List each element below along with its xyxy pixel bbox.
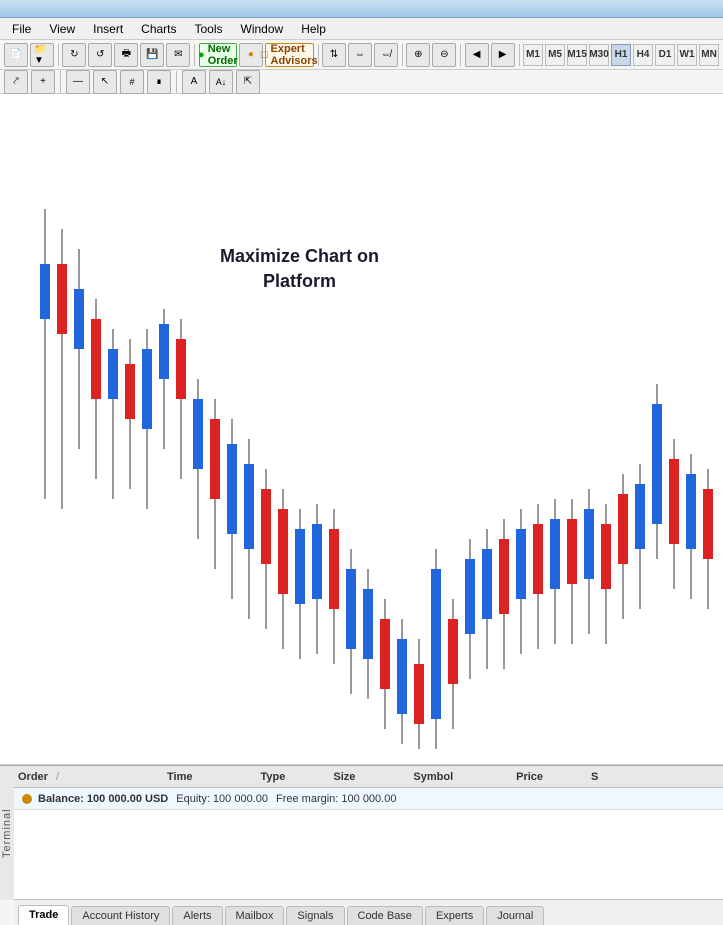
btn-period-next[interactable]: ▶	[491, 43, 515, 67]
candlestick-chart	[0, 94, 723, 764]
btn-new[interactable]: 📄	[4, 43, 28, 67]
chart-area[interactable]: Maximize Chart onPlatform	[0, 94, 723, 765]
btn-crosshair[interactable]: +	[31, 70, 55, 94]
tab-signals[interactable]: Signals	[286, 906, 344, 925]
menu-charts[interactable]: Charts	[133, 20, 184, 38]
btn-save[interactable]: 💾	[140, 43, 164, 67]
chart-maximize-label: Maximize Chart onPlatform	[220, 244, 379, 294]
col-price[interactable]: Price	[516, 771, 543, 783]
btn-trend[interactable]: ↖	[93, 70, 117, 94]
expert-advisors-button[interactable]: □ Expert Advisors	[265, 43, 314, 67]
tf-m30[interactable]: M30	[589, 44, 609, 66]
free-margin-text: Free margin: 100 000.00	[276, 793, 396, 805]
terminal-panel: Terminal Order / Time Type Size Symbol P…	[0, 765, 723, 925]
main-area: Maximize Chart onPlatform Terminal Order…	[0, 94, 723, 925]
equity-text: Equity: 100 000.00	[176, 793, 268, 805]
tab-trade[interactable]: Trade	[18, 905, 69, 925]
btn-period-prev[interactable]: ◀	[465, 43, 489, 67]
col-order[interactable]: Order	[18, 771, 48, 783]
menu-insert[interactable]: Insert	[85, 20, 131, 38]
tf-h4[interactable]: H4	[633, 44, 653, 66]
bottom-tabs: Trade Account History Alerts Mailbox Sig…	[14, 899, 723, 925]
btn-chart-t2[interactable]: ⇔	[348, 43, 372, 67]
tf-m5[interactable]: M5	[545, 44, 565, 66]
tf-h1[interactable]: H1	[611, 44, 631, 66]
col-s[interactable]: S	[591, 771, 598, 783]
tab-account-history[interactable]: Account History	[71, 906, 170, 925]
btn-text[interactable]: A	[182, 70, 206, 94]
col-size[interactable]: Size	[333, 771, 355, 783]
trade-area	[14, 810, 723, 899]
col-sep: /	[56, 771, 59, 783]
col-symbol[interactable]: Symbol	[413, 771, 453, 783]
tf-d1[interactable]: D1	[655, 44, 675, 66]
terminal-columns: Order / Time Type Size Symbol Price S	[14, 766, 723, 788]
balance-bar: Balance: 100 000.00 USD Equity: 100 000.…	[14, 788, 723, 810]
tab-journal[interactable]: Journal	[486, 906, 544, 925]
btn-text2[interactable]: A↓	[209, 70, 233, 94]
title-bar	[0, 0, 723, 18]
btn-zoom-out[interactable]: ⊖	[432, 43, 456, 67]
new-order-button[interactable]: ● New Order	[199, 43, 237, 67]
toolbar-main: 📄 📁▼ ↻ ↺ 🖶 💾 ✉ ● New Order ● □ Expert Ad…	[0, 40, 723, 70]
terminal-side-label: Terminal	[0, 766, 14, 900]
btn-zoom-in[interactable]: ⊕	[406, 43, 430, 67]
tab-mailbox[interactable]: Mailbox	[225, 906, 285, 925]
btn-email[interactable]: ✉	[166, 43, 190, 67]
tf-w1[interactable]: W1	[677, 44, 697, 66]
btn-redo[interactable]: ↺	[88, 43, 112, 67]
btn-gann[interactable]: #	[120, 70, 144, 94]
tab-experts[interactable]: Experts	[425, 906, 484, 925]
toolbar-drawing: ⤤ + — ↖ # ∎ A A↓ ⇱	[0, 70, 723, 94]
btn-print[interactable]: 🖶	[114, 43, 138, 67]
tf-m1[interactable]: M1	[523, 44, 543, 66]
menu-view[interactable]: View	[41, 20, 83, 38]
btn-cursor[interactable]: ⤤	[4, 70, 28, 94]
tab-alerts[interactable]: Alerts	[172, 906, 222, 925]
menu-bar: File View Insert Charts Tools Window Hel…	[0, 18, 723, 40]
menu-tools[interactable]: Tools	[187, 20, 231, 38]
menu-file[interactable]: File	[4, 20, 39, 38]
btn-chart-t3[interactable]: ⇎	[374, 43, 398, 67]
btn-fib[interactable]: ∎	[147, 70, 171, 94]
btn-hline[interactable]: —	[66, 70, 90, 94]
menu-window[interactable]: Window	[233, 20, 292, 38]
tf-m15[interactable]: M15	[567, 44, 587, 66]
btn-chart-t1[interactable]: ⇅	[322, 43, 346, 67]
tf-mn[interactable]: MN	[699, 44, 719, 66]
btn-open-dropdown[interactable]: 📁▼	[30, 43, 54, 67]
balance-indicator	[22, 794, 32, 804]
sep8	[176, 71, 177, 93]
col-type[interactable]: Type	[261, 771, 286, 783]
col-time[interactable]: Time	[167, 771, 192, 783]
btn-undo[interactable]: ↻	[62, 43, 86, 67]
btn-gold[interactable]: ●	[239, 43, 263, 67]
tab-code-base[interactable]: Code Base	[347, 906, 423, 925]
menu-help[interactable]: Help	[293, 20, 334, 38]
btn-arrow[interactable]: ⇱	[236, 70, 260, 94]
sep7	[60, 71, 61, 93]
balance-text: Balance: 100 000.00 USD	[38, 793, 168, 805]
